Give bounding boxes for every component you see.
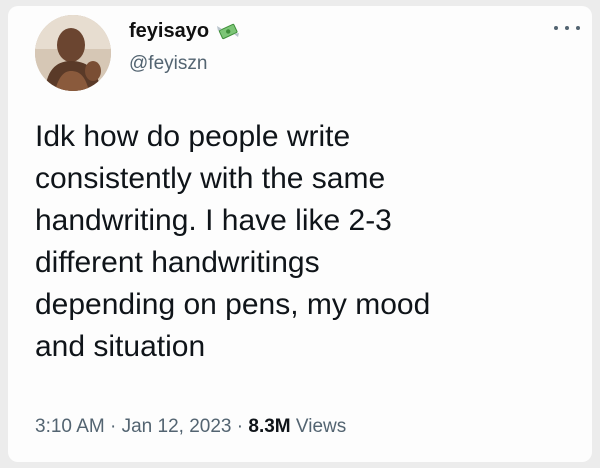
money-with-wings-icon bbox=[215, 21, 241, 41]
tweet-text-line: handwriting. I have like 2-3 bbox=[35, 204, 392, 237]
tweet-date[interactable]: Jan 12, 2023 bbox=[122, 416, 232, 437]
more-horizontal-icon-dot bbox=[576, 26, 580, 30]
profile-photo bbox=[35, 15, 111, 91]
tweet-time[interactable]: 3:10 AM bbox=[35, 416, 105, 437]
author-name-row: feyisayo bbox=[129, 18, 241, 44]
avatar[interactable] bbox=[35, 15, 111, 91]
views-label: Views bbox=[295, 416, 347, 437]
tweet-text-line: consistently with the same bbox=[35, 162, 386, 195]
tweet-text: Idk how do people write consistently wit… bbox=[35, 116, 585, 368]
meta-separator: · bbox=[110, 416, 117, 437]
tweet-card: feyisayo @feyiszn Idk how do people writ… bbox=[8, 6, 592, 462]
tweet-meta: 3:10 AM · Jan 12, 2023 · 8.3M Views bbox=[35, 416, 346, 438]
tweet-text-line: different handwritings bbox=[35, 246, 320, 279]
tweet-text-line: depending on pens, my mood bbox=[35, 288, 431, 321]
display-name[interactable]: feyisayo bbox=[129, 20, 209, 43]
more-horizontal-icon bbox=[554, 26, 558, 30]
more-horizontal-icon-dot bbox=[565, 26, 569, 30]
user-handle[interactable]: @feyiszn bbox=[129, 53, 207, 75]
tweet-text-line: Idk how do people write bbox=[35, 120, 351, 153]
meta-separator: · bbox=[236, 416, 244, 437]
tweet-text-line: and situation bbox=[35, 330, 206, 363]
more-options-button[interactable] bbox=[554, 20, 580, 36]
views-count[interactable]: 8.3M bbox=[248, 416, 290, 437]
